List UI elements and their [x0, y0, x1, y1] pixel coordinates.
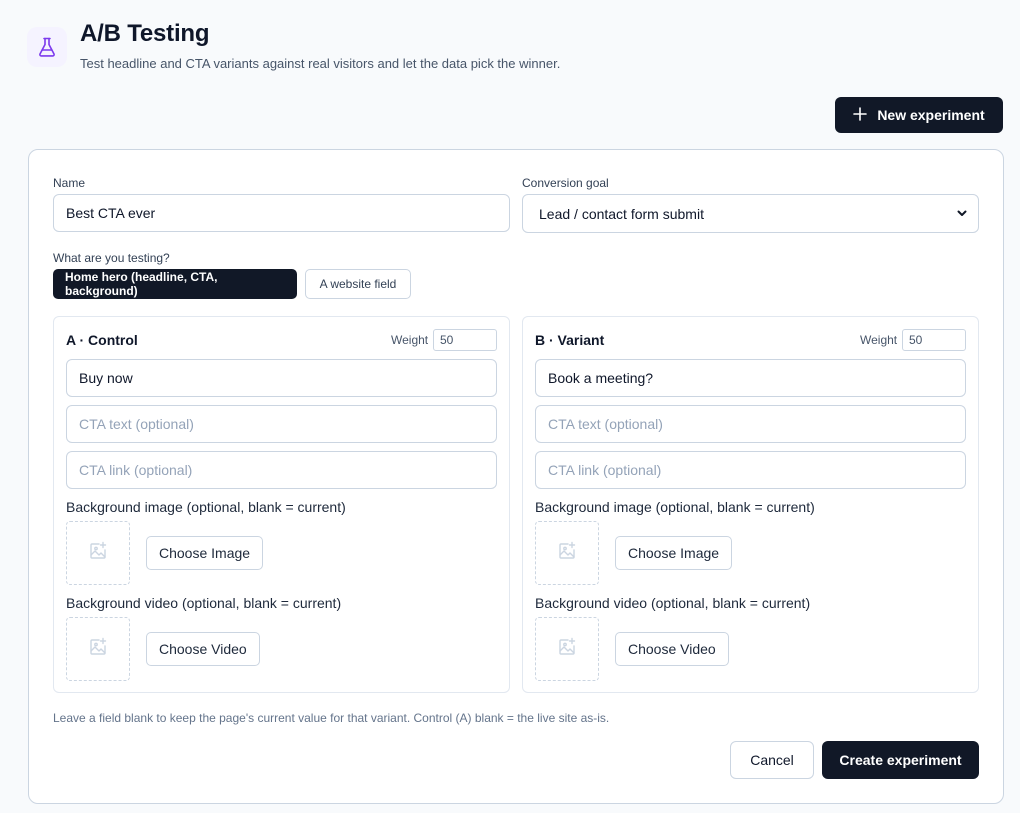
variant-b-weight-label: Weight — [860, 333, 898, 347]
new-experiment-button[interactable]: New experiment — [835, 97, 1003, 133]
variant-a-choose-video-button[interactable]: Choose Video — [146, 632, 260, 666]
variant-a-image-thumb[interactable] — [66, 521, 130, 585]
variant-b-title: B · Variant — [535, 332, 605, 348]
image-placeholder-icon — [88, 541, 108, 566]
tab-home-hero[interactable]: Home hero (headline, CTA, background) — [53, 269, 297, 299]
variant-a-video-thumb[interactable] — [66, 617, 130, 681]
page-title: A/B Testing — [80, 20, 210, 47]
name-input[interactable] — [53, 194, 510, 232]
image-placeholder-icon — [557, 637, 577, 662]
new-experiment-label: New experiment — [877, 107, 985, 123]
image-placeholder-icon — [557, 541, 577, 566]
variant-a-headline-input[interactable] — [66, 359, 497, 397]
variant-a-bg-video-label: Background video (optional, blank = curr… — [66, 595, 342, 611]
name-label: Name — [53, 176, 86, 190]
variant-b-choose-video-button[interactable]: Choose Video — [615, 632, 729, 666]
variant-a-panel: A · Control Weight Background image (opt… — [53, 316, 510, 693]
variant-a-cta-link-input[interactable] — [66, 451, 497, 489]
conversion-goal-value: Lead / contact form submit — [539, 205, 704, 222]
form-hint: Leave a field blank to keep the page's c… — [53, 711, 610, 725]
variant-b-weight-input[interactable] — [902, 329, 966, 351]
variant-a-bg-image-label: Background image (optional, blank = curr… — [66, 499, 346, 515]
variant-b-video-thumb[interactable] — [535, 617, 599, 681]
variant-a-cta-text-input[interactable] — [66, 405, 497, 443]
variant-b-bg-video-label: Background video (optional, blank = curr… — [535, 595, 811, 611]
cancel-button[interactable]: Cancel — [730, 741, 814, 779]
conversion-goal-select[interactable]: Lead / contact form submit — [522, 194, 979, 233]
variant-b-headline-input[interactable] — [535, 359, 966, 397]
testing-label: What are you testing? — [53, 251, 170, 265]
tab-website-field[interactable]: A website field — [305, 269, 411, 299]
experiment-form-card: Name Conversion goal Lead / contact form… — [28, 149, 1004, 804]
variant-b-bg-image-label: Background image (optional, blank = curr… — [535, 499, 815, 515]
plus-icon — [853, 106, 868, 124]
variant-b-choose-image-button[interactable]: Choose Image — [615, 536, 733, 570]
variant-b-image-thumb[interactable] — [535, 521, 599, 585]
variant-b-cta-text-input[interactable] — [535, 405, 966, 443]
variant-a-weight-label: Weight — [391, 333, 429, 347]
variant-a-choose-image-button[interactable]: Choose Image — [146, 536, 264, 570]
variant-a-weight-input[interactable] — [433, 329, 497, 351]
flask-icon — [27, 27, 67, 67]
create-experiment-button[interactable]: Create experiment — [822, 741, 979, 779]
goal-label: Conversion goal — [522, 176, 609, 190]
variant-b-panel: B · Variant Weight Background image (opt… — [522, 316, 979, 693]
variant-a-title: A · Control — [66, 332, 138, 348]
page-subtitle: Test headline and CTA variants against r… — [80, 56, 561, 71]
variant-b-cta-link-input[interactable] — [535, 451, 966, 489]
image-placeholder-icon — [88, 637, 108, 662]
chevron-down-icon — [956, 206, 968, 222]
